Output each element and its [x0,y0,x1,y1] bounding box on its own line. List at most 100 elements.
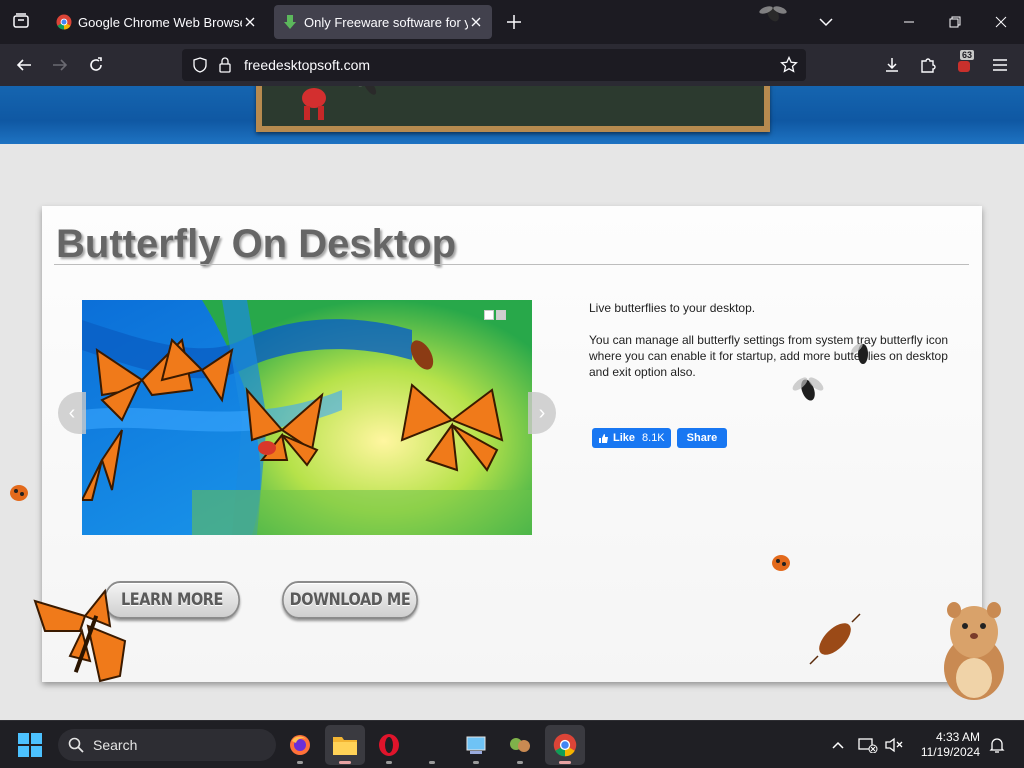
taskbar-app-window[interactable] [456,725,496,765]
firefox-icon [290,735,310,755]
address-bar[interactable]: freedesktopsoft.com [182,49,806,81]
cockroach-sprite [809,613,861,665]
volume-button[interactable] [882,733,906,757]
start-button[interactable] [18,733,42,757]
windows-logo-icon [18,733,29,744]
like-count: 8.1K [642,432,665,444]
search-label: Search [93,737,138,753]
tabs-overflow-menu-button[interactable] [814,10,838,34]
puzzle-piece-icon [921,58,936,73]
facebook-share-button[interactable]: Share [676,428,728,448]
close-window-button[interactable] [986,8,1016,36]
description-details: You can manage all butterfly settings fr… [589,333,949,379]
running-indicator [386,761,392,764]
opera-icon [379,734,399,756]
windows-taskbar: Search 4:33 AM 11/19/2024 [0,720,1024,768]
running-indicator [559,761,571,764]
fly-sprite [759,6,787,22]
file-explorer-icon [333,737,357,755]
app-menu-button[interactable] [986,51,1014,79]
slider-pagination [484,310,506,320]
extensions-button[interactable] [914,51,942,79]
navigation-toolbar: freedesktopsoft.com 63 [0,44,1024,86]
screenshot-slider[interactable] [82,300,532,535]
product-description: Live butterflies to your desktop. You ca… [589,300,965,396]
hamster-sprite [944,602,1004,700]
taskbar-chrome[interactable] [545,725,585,765]
taskbar-file-explorer[interactable] [325,725,365,765]
fly-sprite [792,377,824,401]
system-clock[interactable]: 4:33 AM 11/19/2024 [912,730,980,760]
shield-icon[interactable] [192,57,208,73]
download-me-button[interactable]: DOWNLOAD ME [282,581,418,619]
show-hidden-icons-button[interactable] [826,733,850,757]
minimize-icon [904,21,914,23]
thumbs-up-icon [599,433,608,443]
taskbar-desktop-pet[interactable] [500,725,540,765]
close-icon [995,16,1007,28]
tab-title: Only Freeware software for you [304,14,468,30]
running-indicator [473,761,479,764]
running-indicator [339,761,351,764]
list-all-tabs-button[interactable] [8,8,34,34]
ladybug-sprite [772,555,790,571]
chevron-up-icon [832,741,844,749]
close-icon [471,17,481,27]
restore-icon [949,16,961,28]
slider-dot-active[interactable] [496,310,506,320]
download-icon [886,58,898,72]
product-card: Butterfly On Desktop ‹ › Live butterflie… [42,206,982,682]
like-label: Like [613,432,636,444]
notifications-button[interactable] [985,733,1009,757]
arrow-left-icon [16,59,31,71]
clock-date: 11/19/2024 [920,745,980,759]
page-title: Butterfly On Desktop [56,222,457,266]
butterfly-sprite [33,588,127,683]
ladybug-sprite [10,485,28,501]
fly-sprite [851,342,868,364]
slider-dot[interactable] [484,310,494,320]
close-tab-button[interactable] [242,14,258,30]
bookmark-star-icon[interactable] [780,56,798,74]
tab-freedesktopsoft[interactable]: Only Freeware software for you [274,5,492,39]
close-tab-button[interactable] [468,14,484,30]
url-text[interactable]: freedesktopsoft.com [244,57,370,73]
lock-icon[interactable] [218,57,232,73]
facebook-like-button[interactable]: Like 8.1K [592,428,671,448]
minimize-window-button[interactable] [894,8,924,36]
network-disconnected-icon [858,738,878,753]
tab-bar: Google Chrome Web Browser Only Freeware … [0,0,1024,44]
taskbar-opera[interactable] [369,725,409,765]
plus-icon [507,15,521,29]
running-indicator [297,761,303,764]
bell-icon [989,738,1005,753]
speaker-muted-icon [885,737,903,753]
tab-google-chrome[interactable]: Google Chrome Web Browser [48,5,266,39]
taskbar-app-blank[interactable] [412,725,452,765]
downloads-button[interactable] [878,51,906,79]
tab-list-icon [13,13,29,28]
facebook-social-buttons: Like 8.1K Share [592,428,728,448]
restore-window-button[interactable] [940,8,970,36]
slider-next-button[interactable]: › [528,392,556,434]
forward-button[interactable] [46,51,74,79]
taskbar-firefox[interactable] [280,725,320,765]
chevron-right-icon: › [538,401,546,424]
chrome-icon [553,733,577,757]
web-page: Butterfly On Desktop ‹ › Live butterflie… [0,86,1024,720]
running-indicator [429,761,435,764]
description-intro: Live butterflies to your desktop. [589,301,756,315]
extension-badge: 63 [960,50,975,60]
back-button[interactable] [10,51,38,79]
site-header-banner [0,86,1024,144]
desktop-pet-icon [510,738,530,752]
reload-button[interactable] [82,51,110,79]
taskbar-search-box[interactable]: Search [58,729,276,761]
cartoon-character-image [302,88,326,120]
running-indicator [517,761,523,764]
network-status-button[interactable] [856,733,880,757]
search-icon [68,737,84,753]
download-arrow-favicon-icon [284,15,296,29]
slider-prev-button[interactable]: ‹ [58,392,86,434]
new-tab-button[interactable] [502,10,526,34]
